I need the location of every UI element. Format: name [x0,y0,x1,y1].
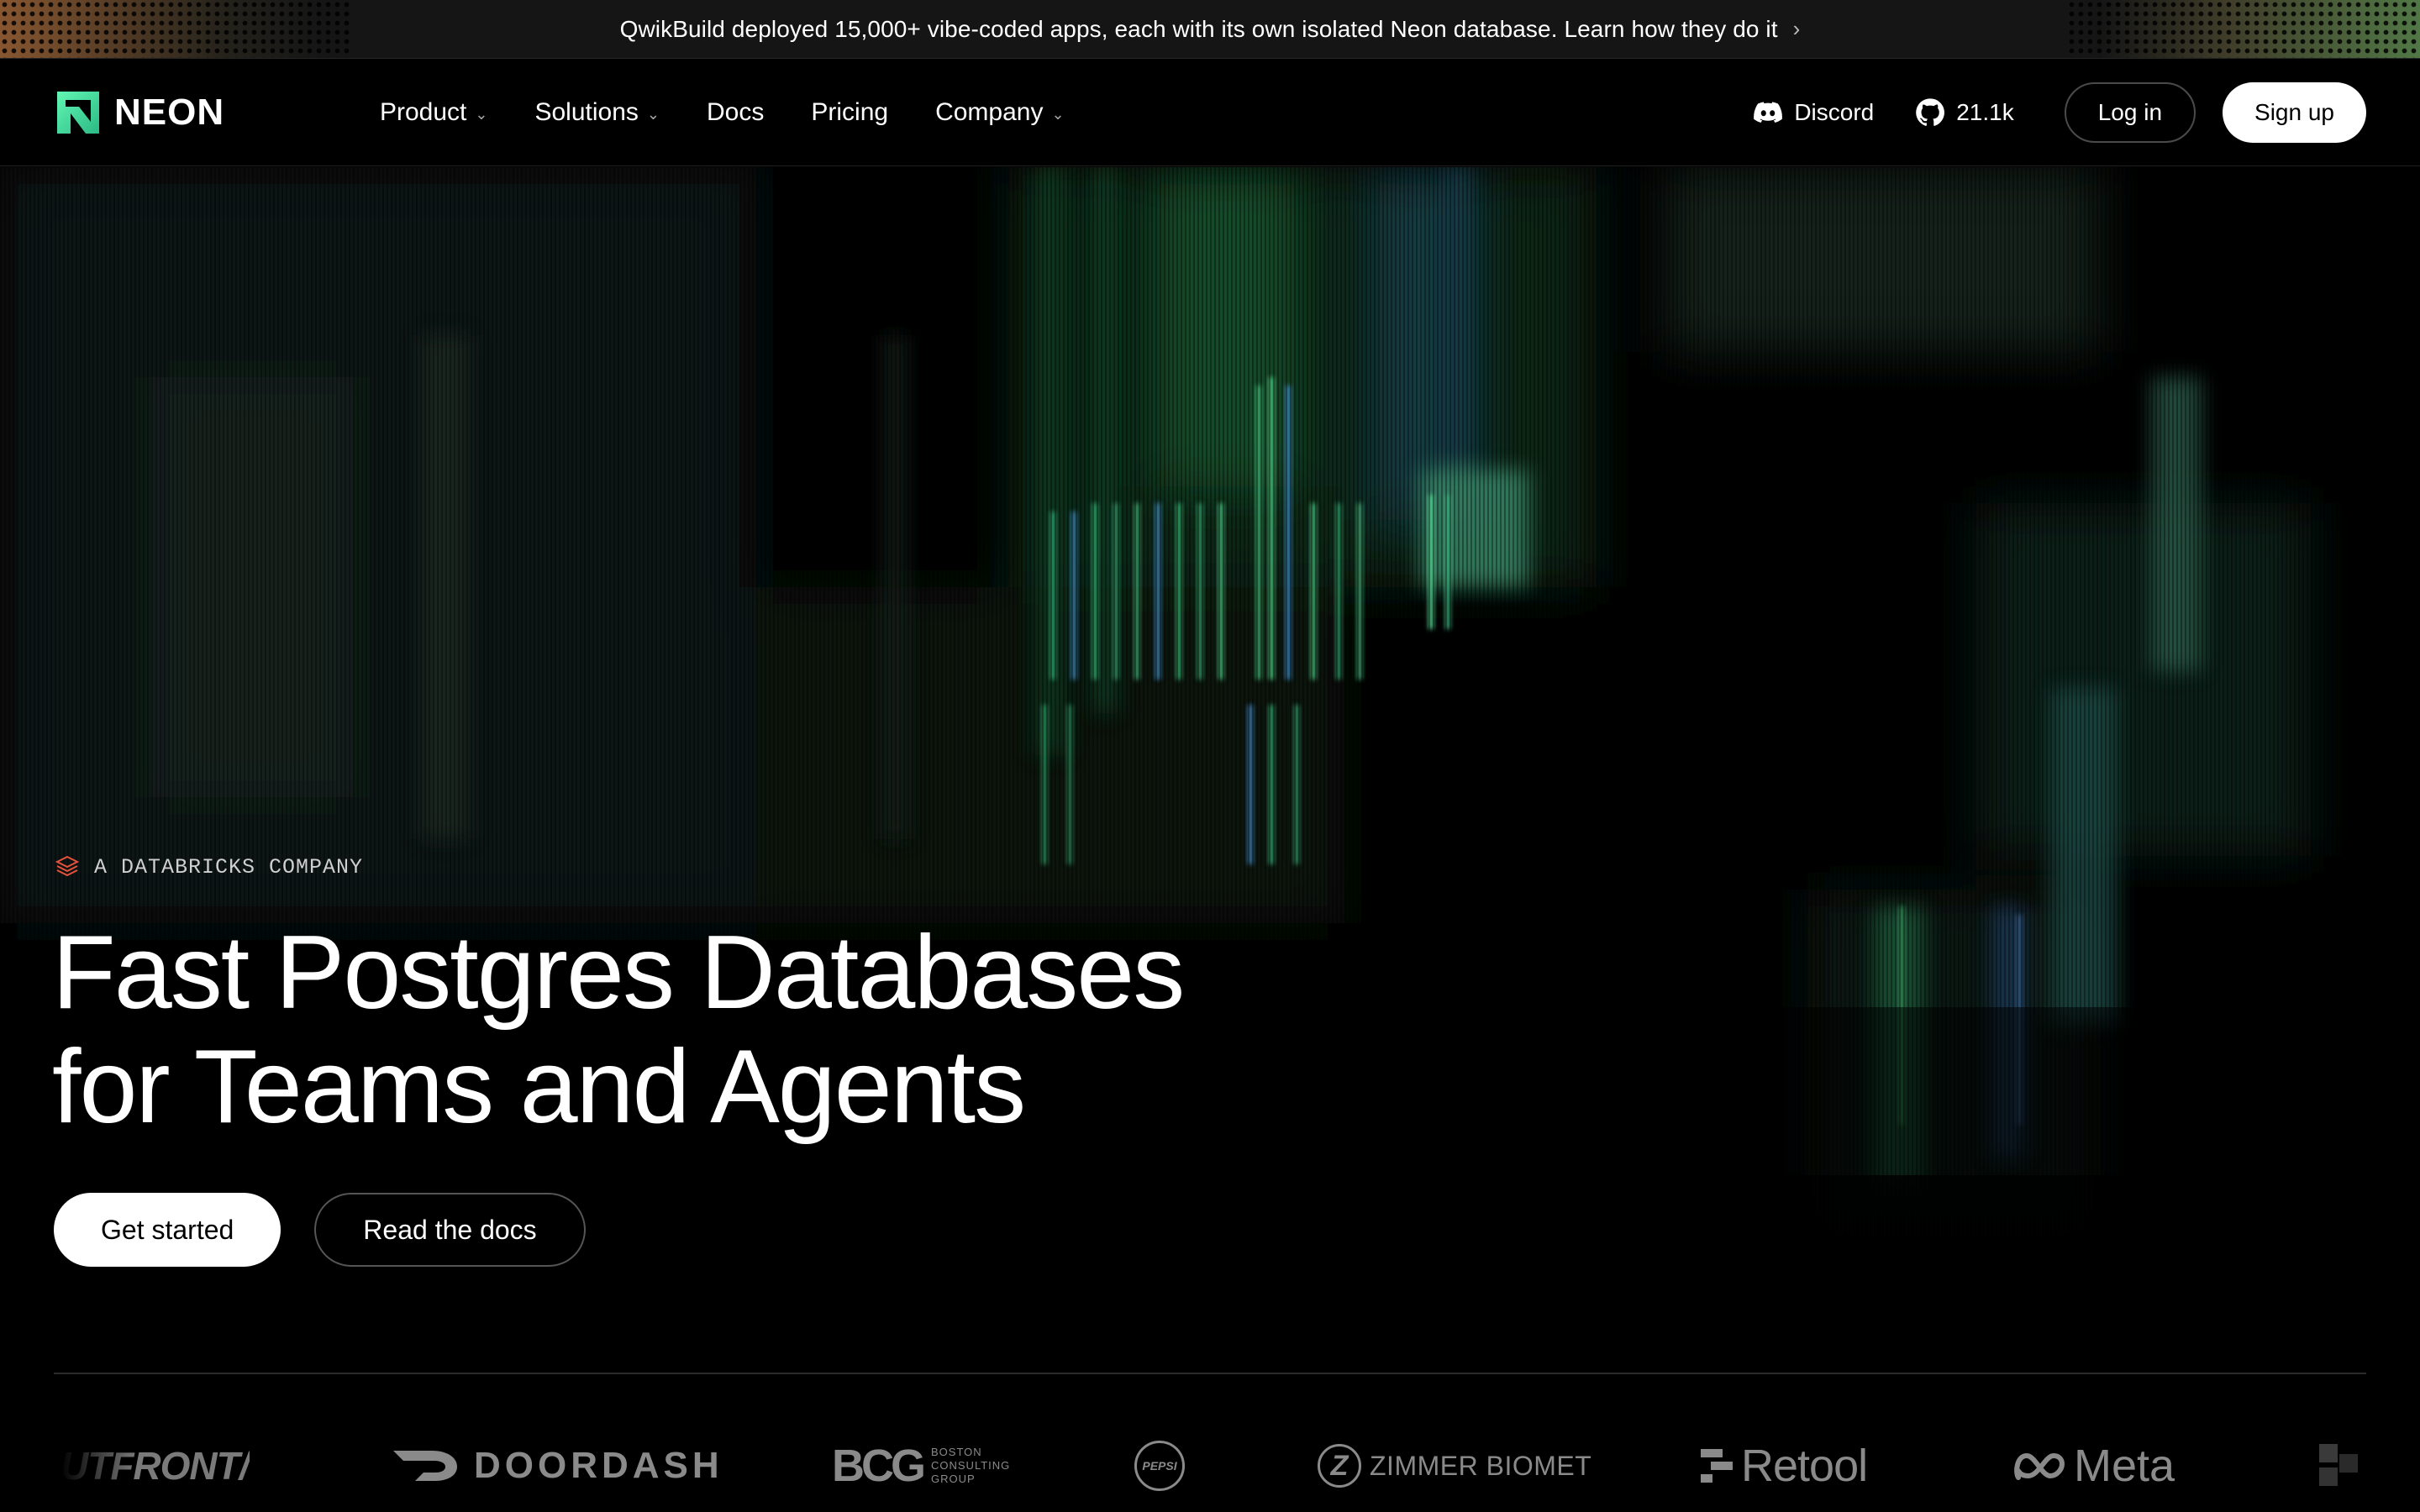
retool-wordmark: Retool [1741,1441,1868,1491]
neon-logo-icon [57,92,99,134]
meta-logo: Meta [2013,1428,2175,1504]
doordash-icon [393,1451,457,1481]
signup-button[interactable]: Sign up [2223,82,2366,143]
nav-pricing[interactable]: Pricing [811,98,888,127]
meta-icon [2014,1452,2065,1480]
top-nav: NEON Product ⌄ Solutions ⌄ Docs Pricing … [0,59,2420,166]
github-icon [1916,98,1945,126]
nav-solutions[interactable]: Solutions ⌄ [534,98,660,127]
nav-pricing-label: Pricing [811,98,889,126]
chevron-down-icon: ⌄ [646,105,660,123]
zimmer-mark: Z [1330,1449,1349,1482]
hero-background-art [0,167,2420,1343]
chevron-down-icon: ⌄ [1051,105,1065,123]
discord-link[interactable]: Discord [1752,97,1874,129]
neon-logo[interactable]: NEON [54,87,224,138]
nav-solutions-label: Solutions [534,98,639,126]
nav-company[interactable]: Company ⌄ [935,98,1065,127]
pepsi-badge: PEPSI [1134,1441,1185,1491]
partial-logo-icon [2319,1444,2358,1486]
announcement-link[interactable]: QwikBuild deployed 15,000+ vibe-coded ap… [620,16,1801,43]
retool-logo: Retool [1699,1428,1868,1504]
eyebrow-text: A DATABRICKS COMPANY [94,854,364,879]
chevron-down-icon: ⌄ [475,105,488,123]
discord-label: Discord [1794,99,1875,125]
get-started-button[interactable]: Get started [54,1193,281,1267]
github-link[interactable]: 21.1k [1914,97,2014,129]
login-button[interactable]: Log in [2064,82,2196,143]
partial-logo [2317,1428,2360,1504]
doordash-logo: DOORDASH [393,1428,723,1504]
headline-line-1: Fast Postgres Databases [52,915,1185,1031]
announcement-text: QwikBuild deployed 15,000+ vibe-coded ap… [619,15,1778,42]
nav-product-label: Product [380,98,467,126]
bcg-logo: BCG BOSTON CONSULTING GROUP [832,1428,1010,1504]
customer-logos: UTFRONT/ DOORDASH BCG BOSTON CONSULTING … [0,1428,2420,1504]
bcg-sub-3: GROUP [931,1473,976,1485]
headline-line-2: for Teams and Agents [52,1029,1026,1145]
section-divider [54,1373,2366,1374]
bcg-sub-2: CONSULTING [931,1459,1011,1472]
databricks-eyebrow: A DATABRICKS COMPANY [54,853,363,880]
meta-wordmark: Meta [2074,1441,2175,1491]
bcg-subtitle: BOSTON CONSULTING GROUP [931,1446,1010,1486]
nav-docs-label: Docs [707,98,765,126]
utfront-wordmark: UTFRONT/ [60,1444,250,1488]
primary-nav: Product ⌄ Solutions ⌄ Docs Pricing Compa… [380,59,1065,166]
pepsi-wordmark: PEPSI [1142,1459,1177,1473]
databricks-icon [55,855,80,877]
announcement-dots-right [2067,0,2420,58]
announcement-dots-left [0,0,353,58]
page: QwikBuild deployed 15,000+ vibe-coded ap… [0,0,2420,1512]
zimmer-biomet-wordmark: ZIMMER BIOMET [1370,1450,1592,1481]
nav-docs[interactable]: Docs [707,98,764,127]
chevron-right-icon: › [1792,16,1801,41]
read-docs-button[interactable]: Read the docs [314,1193,586,1267]
hero-headline: Fast Postgres Databases for Teams and Ag… [52,916,1313,1144]
github-stars: 21.1k [1956,99,2014,125]
hero-cta-group: Get started Read the docs [54,1193,586,1267]
pepsi-logo: PEPSI [1134,1428,1185,1504]
nav-product[interactable]: Product ⌄ [380,98,487,127]
doordash-wordmark: DOORDASH [474,1445,723,1486]
announcement-bar[interactable]: QwikBuild deployed 15,000+ vibe-coded ap… [0,0,2420,59]
discord-icon [1754,102,1783,123]
zimmer-biomet-logo: Z ZIMMER BIOMET [1318,1428,1591,1504]
utfront-logo: UTFRONT/ [60,1428,250,1504]
bcg-sub-1: BOSTON [931,1446,982,1458]
hero-background [0,167,2420,1343]
logo-wordmark: NEON [114,92,225,133]
nav-company-label: Company [935,98,1044,126]
bcg-wordmark: BCG [832,1441,926,1491]
nav-actions: Discord 21.1k Log in Sign up [1752,59,2366,166]
zimmer-biomet-icon: Z [1318,1444,1361,1488]
retool-icon [1701,1449,1733,1483]
